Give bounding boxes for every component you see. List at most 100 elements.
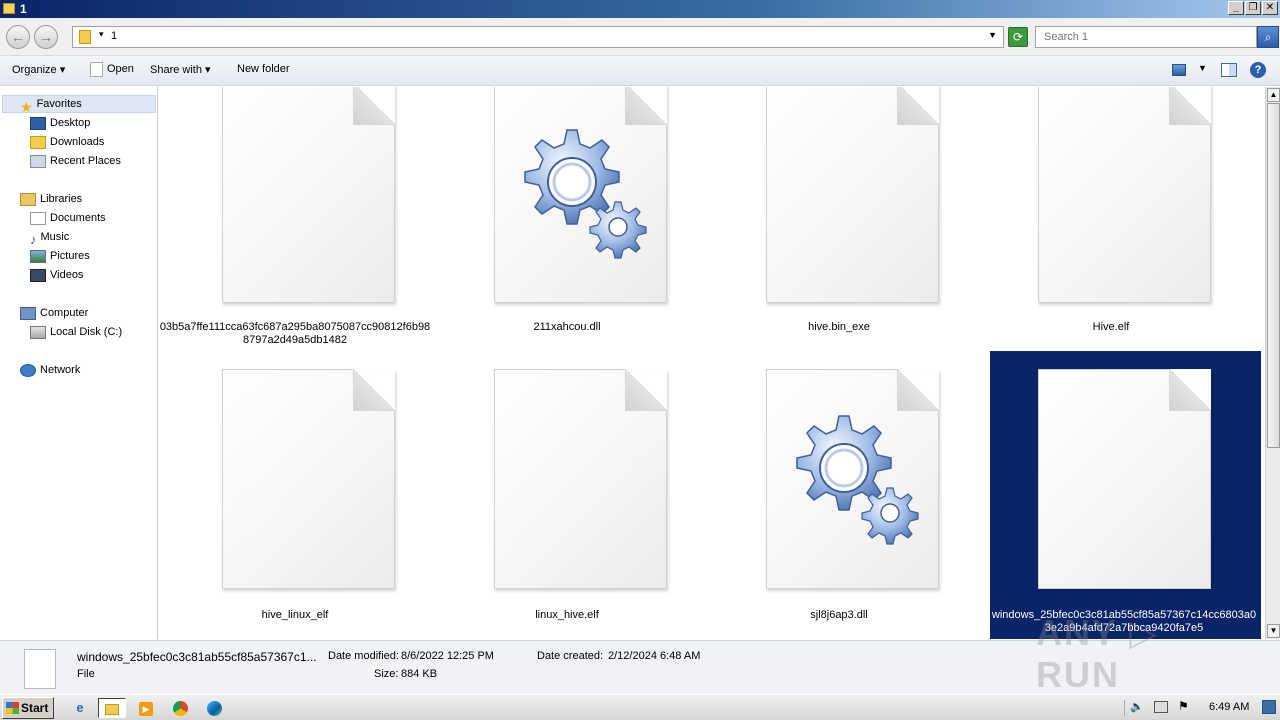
generic-file-icon bbox=[494, 369, 667, 589]
chrome-icon[interactable] bbox=[166, 698, 194, 718]
generic-file-icon bbox=[766, 87, 939, 303]
view-options-icon[interactable]: ▼ bbox=[1198, 63, 1207, 73]
tray-divider bbox=[1124, 700, 1125, 716]
file-name: sjl8j6ap3.dll bbox=[810, 609, 868, 621]
scroll-thumb[interactable] bbox=[1267, 103, 1280, 448]
nav-item-downloads[interactable]: Downloads bbox=[30, 133, 104, 151]
share-with-button[interactable]: Share with ▾ bbox=[150, 63, 211, 76]
search-box[interactable] bbox=[1035, 26, 1257, 48]
computer-icon bbox=[20, 306, 36, 320]
gear-icon bbox=[524, 129, 647, 259]
restore-button[interactable]: ❐ bbox=[1245, 1, 1261, 15]
generic-file-icon bbox=[1038, 87, 1211, 303]
clock[interactable]: 6:49 AM bbox=[1209, 701, 1249, 713]
edge-icon[interactable] bbox=[200, 698, 228, 718]
nav-item-local-disk[interactable]: Local Disk (C:) bbox=[30, 323, 122, 341]
details-file-name: windows_25bfec0c3c81ab55cf85a57367c1... bbox=[77, 650, 317, 664]
details-file-type: File bbox=[77, 668, 95, 680]
search-button[interactable]: ⌕ bbox=[1257, 26, 1279, 48]
open-button[interactable]: Open bbox=[107, 63, 134, 75]
address-dropdown-icon[interactable]: ▼ bbox=[988, 30, 997, 40]
forward-button[interactable]: → bbox=[34, 25, 58, 49]
taskbar: Start e ▶ 🔈 ⚑ 6:49 AM bbox=[0, 694, 1280, 720]
file-item[interactable]: sjl8j6ap3.dll bbox=[703, 351, 975, 639]
search-input[interactable] bbox=[1042, 28, 1242, 46]
nav-item-libraries[interactable]: Libraries bbox=[20, 190, 82, 208]
file-item[interactable]: hive_linux_elf bbox=[159, 351, 431, 639]
start-label: Start bbox=[21, 701, 49, 715]
date-modified-value[interactable]: 8/6/2022 12:25 PM bbox=[401, 650, 494, 662]
open-file-icon bbox=[90, 62, 103, 77]
network-icon bbox=[20, 363, 36, 377]
generic-file-icon bbox=[222, 87, 395, 303]
explorer-taskbar-icon[interactable] bbox=[98, 698, 126, 718]
documents-icon bbox=[30, 211, 46, 225]
refresh-button[interactable]: ⟳ bbox=[1008, 27, 1028, 47]
network-tray-icon[interactable] bbox=[1154, 701, 1168, 713]
change-view-icon[interactable] bbox=[1172, 64, 1186, 76]
folder-icon bbox=[79, 30, 91, 44]
dll-gears-icon bbox=[494, 87, 667, 303]
address-bar[interactable]: ▾ 1 ▼ bbox=[72, 26, 1004, 48]
preview-pane-icon[interactable] bbox=[1221, 63, 1237, 77]
star-icon: ★ bbox=[20, 98, 33, 115]
nav-label: Music bbox=[40, 231, 70, 243]
breadcrumb-item[interactable]: 1 bbox=[111, 30, 117, 42]
back-button[interactable]: ← bbox=[6, 25, 30, 49]
pictures-icon bbox=[30, 249, 46, 263]
minimize-button[interactable]: _ bbox=[1228, 1, 1244, 15]
help-icon[interactable]: ? bbox=[1250, 62, 1266, 78]
nav-label: Favorites bbox=[36, 98, 82, 110]
nav-item-pictures[interactable]: Pictures bbox=[30, 247, 90, 265]
file-item[interactable]: 03b5a7ffe111cca63fc687a295ba8075087cc908… bbox=[159, 87, 431, 351]
libraries-icon bbox=[20, 192, 36, 206]
nav-item-music[interactable]: ♪ Music bbox=[30, 228, 70, 247]
nav-item-videos[interactable]: Videos bbox=[30, 266, 83, 284]
nav-item-network[interactable]: Network bbox=[20, 361, 80, 379]
file-item[interactable]: linux_hive.elf bbox=[431, 351, 703, 639]
file-item[interactable]: 211xahcou.dll bbox=[431, 87, 703, 351]
scroll-up-arrow-icon[interactable]: ▲ bbox=[1267, 88, 1280, 102]
file-name: Hive.elf bbox=[1092, 321, 1130, 333]
show-desktop-icon[interactable] bbox=[1262, 700, 1276, 714]
nav-item-recent-places[interactable]: Recent Places bbox=[30, 152, 121, 170]
file-item[interactable]: hive.bin_exe bbox=[703, 87, 975, 351]
organize-label: Organize bbox=[12, 64, 57, 76]
dll-gears-icon bbox=[766, 369, 939, 589]
nav-label: Network bbox=[40, 364, 81, 376]
file-name: linux_hive.elf bbox=[535, 609, 599, 621]
command-bar: Organize ▾ Open Share with ▾ New folder … bbox=[0, 56, 1280, 86]
videos-icon bbox=[30, 268, 46, 282]
vertical-scrollbar[interactable]: ▲ ▼ bbox=[1265, 87, 1280, 639]
windows-logo-icon bbox=[6, 702, 19, 714]
downloads-folder-icon bbox=[30, 135, 46, 149]
internet-explorer-icon[interactable]: e bbox=[66, 698, 94, 718]
organize-button[interactable]: Organize ▾ bbox=[12, 63, 65, 76]
navigation-pane: ★ Favorites Desktop Downloads Recent Plac… bbox=[0, 87, 158, 639]
desktop-icon bbox=[30, 116, 46, 130]
nav-item-favorites[interactable]: ★ Favorites bbox=[20, 95, 82, 115]
action-center-flag-icon[interactable]: ⚑ bbox=[1178, 699, 1189, 713]
speaker-icon[interactable]: 🔈 bbox=[1130, 700, 1144, 713]
hard-drive-icon bbox=[30, 325, 46, 339]
nav-label: Local Disk (C:) bbox=[50, 326, 123, 338]
new-folder-button[interactable]: New folder bbox=[237, 63, 290, 75]
scroll-down-arrow-icon[interactable]: ▼ bbox=[1267, 624, 1280, 638]
title-bar: 1 _ ❐ ✕ bbox=[0, 0, 1280, 18]
media-player-icon[interactable]: ▶ bbox=[132, 698, 160, 718]
file-name: 03b5a7ffe111cca63fc687a295ba8075087cc908… bbox=[159, 321, 431, 346]
file-item[interactable]: Hive.elf bbox=[975, 87, 1247, 351]
start-button[interactable]: Start bbox=[2, 697, 54, 719]
date-created-value[interactable]: 2/12/2024 6:48 AM bbox=[608, 650, 700, 662]
nav-label: Computer bbox=[40, 307, 89, 319]
recent-places-icon bbox=[30, 154, 46, 168]
file-item-selected[interactable]: windows_25bfec0c3c81ab55cf85a57367c14cc6… bbox=[975, 351, 1256, 639]
music-icon: ♪ bbox=[30, 231, 37, 247]
close-button[interactable]: ✕ bbox=[1262, 1, 1278, 15]
nav-label: Desktop bbox=[50, 117, 91, 129]
nav-item-desktop[interactable]: Desktop bbox=[30, 114, 90, 132]
nav-label: Pictures bbox=[50, 250, 90, 262]
nav-item-documents[interactable]: Documents bbox=[30, 209, 106, 227]
nav-item-computer[interactable]: Computer bbox=[20, 304, 88, 322]
breadcrumb-chevron-icon[interactable]: ▾ bbox=[99, 29, 104, 40]
